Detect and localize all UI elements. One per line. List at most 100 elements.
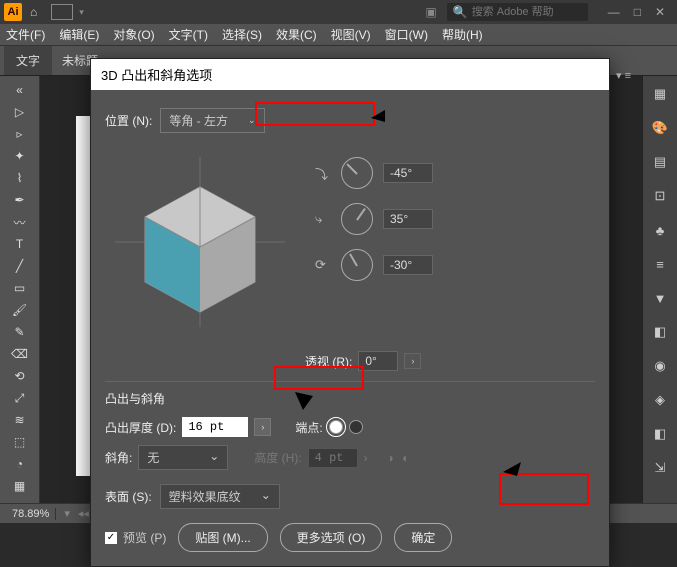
shaper-tool[interactable]: ✎ <box>14 325 24 339</box>
rotate-y-dial[interactable] <box>341 203 373 235</box>
selection-tool[interactable]: ▷ <box>15 105 24 119</box>
lasso-tool[interactable]: ⌇ <box>17 171 23 185</box>
bevel-extent-in-icon: ◗ <box>388 451 395 465</box>
tools-panel: « ▷ ▹ ✦ ⌇ ✒ 〰 T ╱ ▭ 🖌 ✎ ⌫ ⟲ ⤢ ≋ ⬚ ◔ ▦ <box>0 76 40 503</box>
pen-tool[interactable]: ✒ <box>14 193 24 207</box>
perspective-value[interactable]: 0° <box>358 351 398 371</box>
rotate-tool[interactable]: ⟲ <box>14 369 24 383</box>
rotate-y-value[interactable]: 35° <box>383 209 433 229</box>
rotate-z-value[interactable]: -30° <box>383 255 433 275</box>
position-dropdown[interactable]: 等角 - 左方 ⌄ <box>160 108 264 133</box>
rotate-x-value[interactable]: -45° <box>383 163 433 183</box>
symbols-panel-icon[interactable]: ♣ <box>652 222 668 238</box>
extrude-depth-stepper[interactable]: › <box>254 418 271 436</box>
menu-select[interactable]: 选择(S) <box>222 26 262 43</box>
workspace-switcher[interactable] <box>51 4 73 20</box>
right-panel: ▦ 🎨 ▤ ⊡ ♣ ≡ ▼ ◧ ◉ ◈ ◧ ⇲ <box>642 76 677 503</box>
menu-effect[interactable]: 效果(C) <box>276 26 317 43</box>
title-bar: Ai ⌂ ▾ ▣ 🔍 — □ ✕ <box>0 0 677 24</box>
search-input[interactable] <box>472 6 582 18</box>
menu-bar: 文件(F) 编辑(E) 对象(O) 文字(T) 选择(S) 效果(C) 视图(V… <box>0 24 677 46</box>
extrude-bevel-dialog: 3D 凸出和斜角选项 ▾ ≡ 位置 (N): 等角 - 左方 ⌄ <box>90 58 610 567</box>
line-tool[interactable]: ╱ <box>16 259 23 273</box>
menu-object[interactable]: 对象(O) <box>113 26 154 43</box>
panel-menu-icon[interactable]: ▾ ≡ <box>616 69 631 82</box>
bevel-height-stepper: › <box>364 451 368 465</box>
chevron-down-icon: ⌄ <box>248 115 256 126</box>
appearance-panel-icon[interactable]: ◉ <box>652 358 668 374</box>
color-panel-icon[interactable]: 🎨 <box>652 120 668 136</box>
preview-checkbox[interactable]: ✓ 预览 (P) <box>105 529 166 546</box>
panel-tab-text[interactable]: 文字 <box>4 46 52 75</box>
collapse-icon[interactable]: « <box>16 83 23 97</box>
close-button[interactable]: ✕ <box>655 5 665 19</box>
extrude-section-header: 凸出与斜角 <box>105 392 165 406</box>
maximize-button[interactable]: □ <box>634 5 641 19</box>
extrude-depth-label: 凸出厚度 (D): <box>105 419 176 436</box>
menu-edit[interactable]: 编辑(E) <box>59 26 99 43</box>
free-transform-tool[interactable]: ⬚ <box>14 435 25 449</box>
chevron-down-icon: ⌄ <box>209 449 219 466</box>
bevel-height-label: 高度 (H): <box>254 449 301 466</box>
menu-file[interactable]: 文件(F) <box>6 26 45 43</box>
width-tool[interactable]: ≋ <box>14 413 24 427</box>
shape-builder-tool[interactable]: ◔ <box>16 457 23 471</box>
rectangle-tool[interactable]: ▭ <box>14 281 25 295</box>
chevron-down-icon: ⌄ <box>261 488 271 505</box>
zoom-dropdown-icon[interactable]: ▾ <box>56 507 78 520</box>
cap-label: 端点: <box>295 419 322 436</box>
bevel-extent-out-icon: ◖ <box>401 451 408 465</box>
asset-export-panel-icon[interactable]: ⇲ <box>652 460 668 476</box>
app-logo: Ai <box>4 3 22 21</box>
zoom-level[interactable]: 78.89% <box>6 508 56 520</box>
preview-label: 预览 (P) <box>123 529 166 546</box>
surface-value: 塑料效果底纹 <box>169 488 241 505</box>
rotate-z-axis-icon: ⟳ <box>315 257 331 273</box>
position-value: 等角 - 左方 <box>169 112 228 129</box>
perspective-stepper[interactable]: › <box>404 353 421 369</box>
paintbrush-tool[interactable]: 🖌 <box>12 303 27 317</box>
menu-view[interactable]: 视图(V) <box>331 26 371 43</box>
cap-off-button[interactable] <box>349 420 363 434</box>
layers-panel-icon[interactable]: ◧ <box>652 426 668 442</box>
rotation-cube-preview[interactable] <box>105 147 295 337</box>
type-tool[interactable]: T <box>16 237 23 251</box>
bevel-label: 斜角: <box>105 449 132 466</box>
bevel-height-input: 4 pt <box>308 448 358 468</box>
home-icon[interactable]: ⌂ <box>30 5 37 19</box>
properties-panel-icon[interactable]: ▦ <box>652 86 668 102</box>
chevron-down-icon[interactable]: ▾ <box>79 7 84 18</box>
minimize-button[interactable]: — <box>608 5 620 19</box>
graphic-styles-panel-icon[interactable]: ◈ <box>652 392 668 408</box>
ok-button[interactable]: 确定 <box>394 523 452 552</box>
gradient-panel-icon[interactable]: ▼ <box>652 290 668 306</box>
scale-tool[interactable]: ⤢ <box>15 391 25 406</box>
curvature-tool[interactable]: 〰 <box>13 214 25 231</box>
sync-icon[interactable]: ▣ <box>425 5 436 19</box>
menu-help[interactable]: 帮助(H) <box>442 26 483 43</box>
brushes-panel-icon[interactable]: ⊡ <box>652 188 668 204</box>
rotate-y-axis-icon: ⤷ <box>315 211 331 227</box>
dialog-title: 3D 凸出和斜角选项 <box>91 59 609 90</box>
direct-selection-tool[interactable]: ▹ <box>16 127 22 141</box>
swatches-panel-icon[interactable]: ▤ <box>652 154 668 170</box>
search-field[interactable]: 🔍 <box>447 3 588 21</box>
extrude-depth-input[interactable]: 16 pt <box>182 417 248 437</box>
magic-wand-tool[interactable]: ✦ <box>14 149 24 163</box>
rotate-x-dial[interactable] <box>341 157 373 189</box>
map-art-button[interactable]: 贴图 (M)... <box>178 523 267 552</box>
bevel-value: 无 <box>147 449 159 466</box>
perspective-label: 透视 (R): <box>305 353 352 370</box>
search-icon: 🔍 <box>453 5 468 19</box>
cap-on-button[interactable] <box>329 420 343 434</box>
eraser-tool[interactable]: ⌫ <box>11 347 28 361</box>
rotate-z-dial[interactable] <box>341 249 373 281</box>
menu-window[interactable]: 窗口(W) <box>385 26 428 43</box>
bevel-dropdown[interactable]: 无 ⌄ <box>138 445 228 470</box>
stroke-panel-icon[interactable]: ≡ <box>652 256 668 272</box>
perspective-grid-tool[interactable]: ▦ <box>14 479 25 493</box>
transparency-panel-icon[interactable]: ◧ <box>652 324 668 340</box>
more-options-button[interactable]: 更多选项 (O) <box>280 523 383 552</box>
surface-dropdown[interactable]: 塑料效果底纹 ⌄ <box>160 484 280 509</box>
menu-type[interactable]: 文字(T) <box>169 26 208 43</box>
